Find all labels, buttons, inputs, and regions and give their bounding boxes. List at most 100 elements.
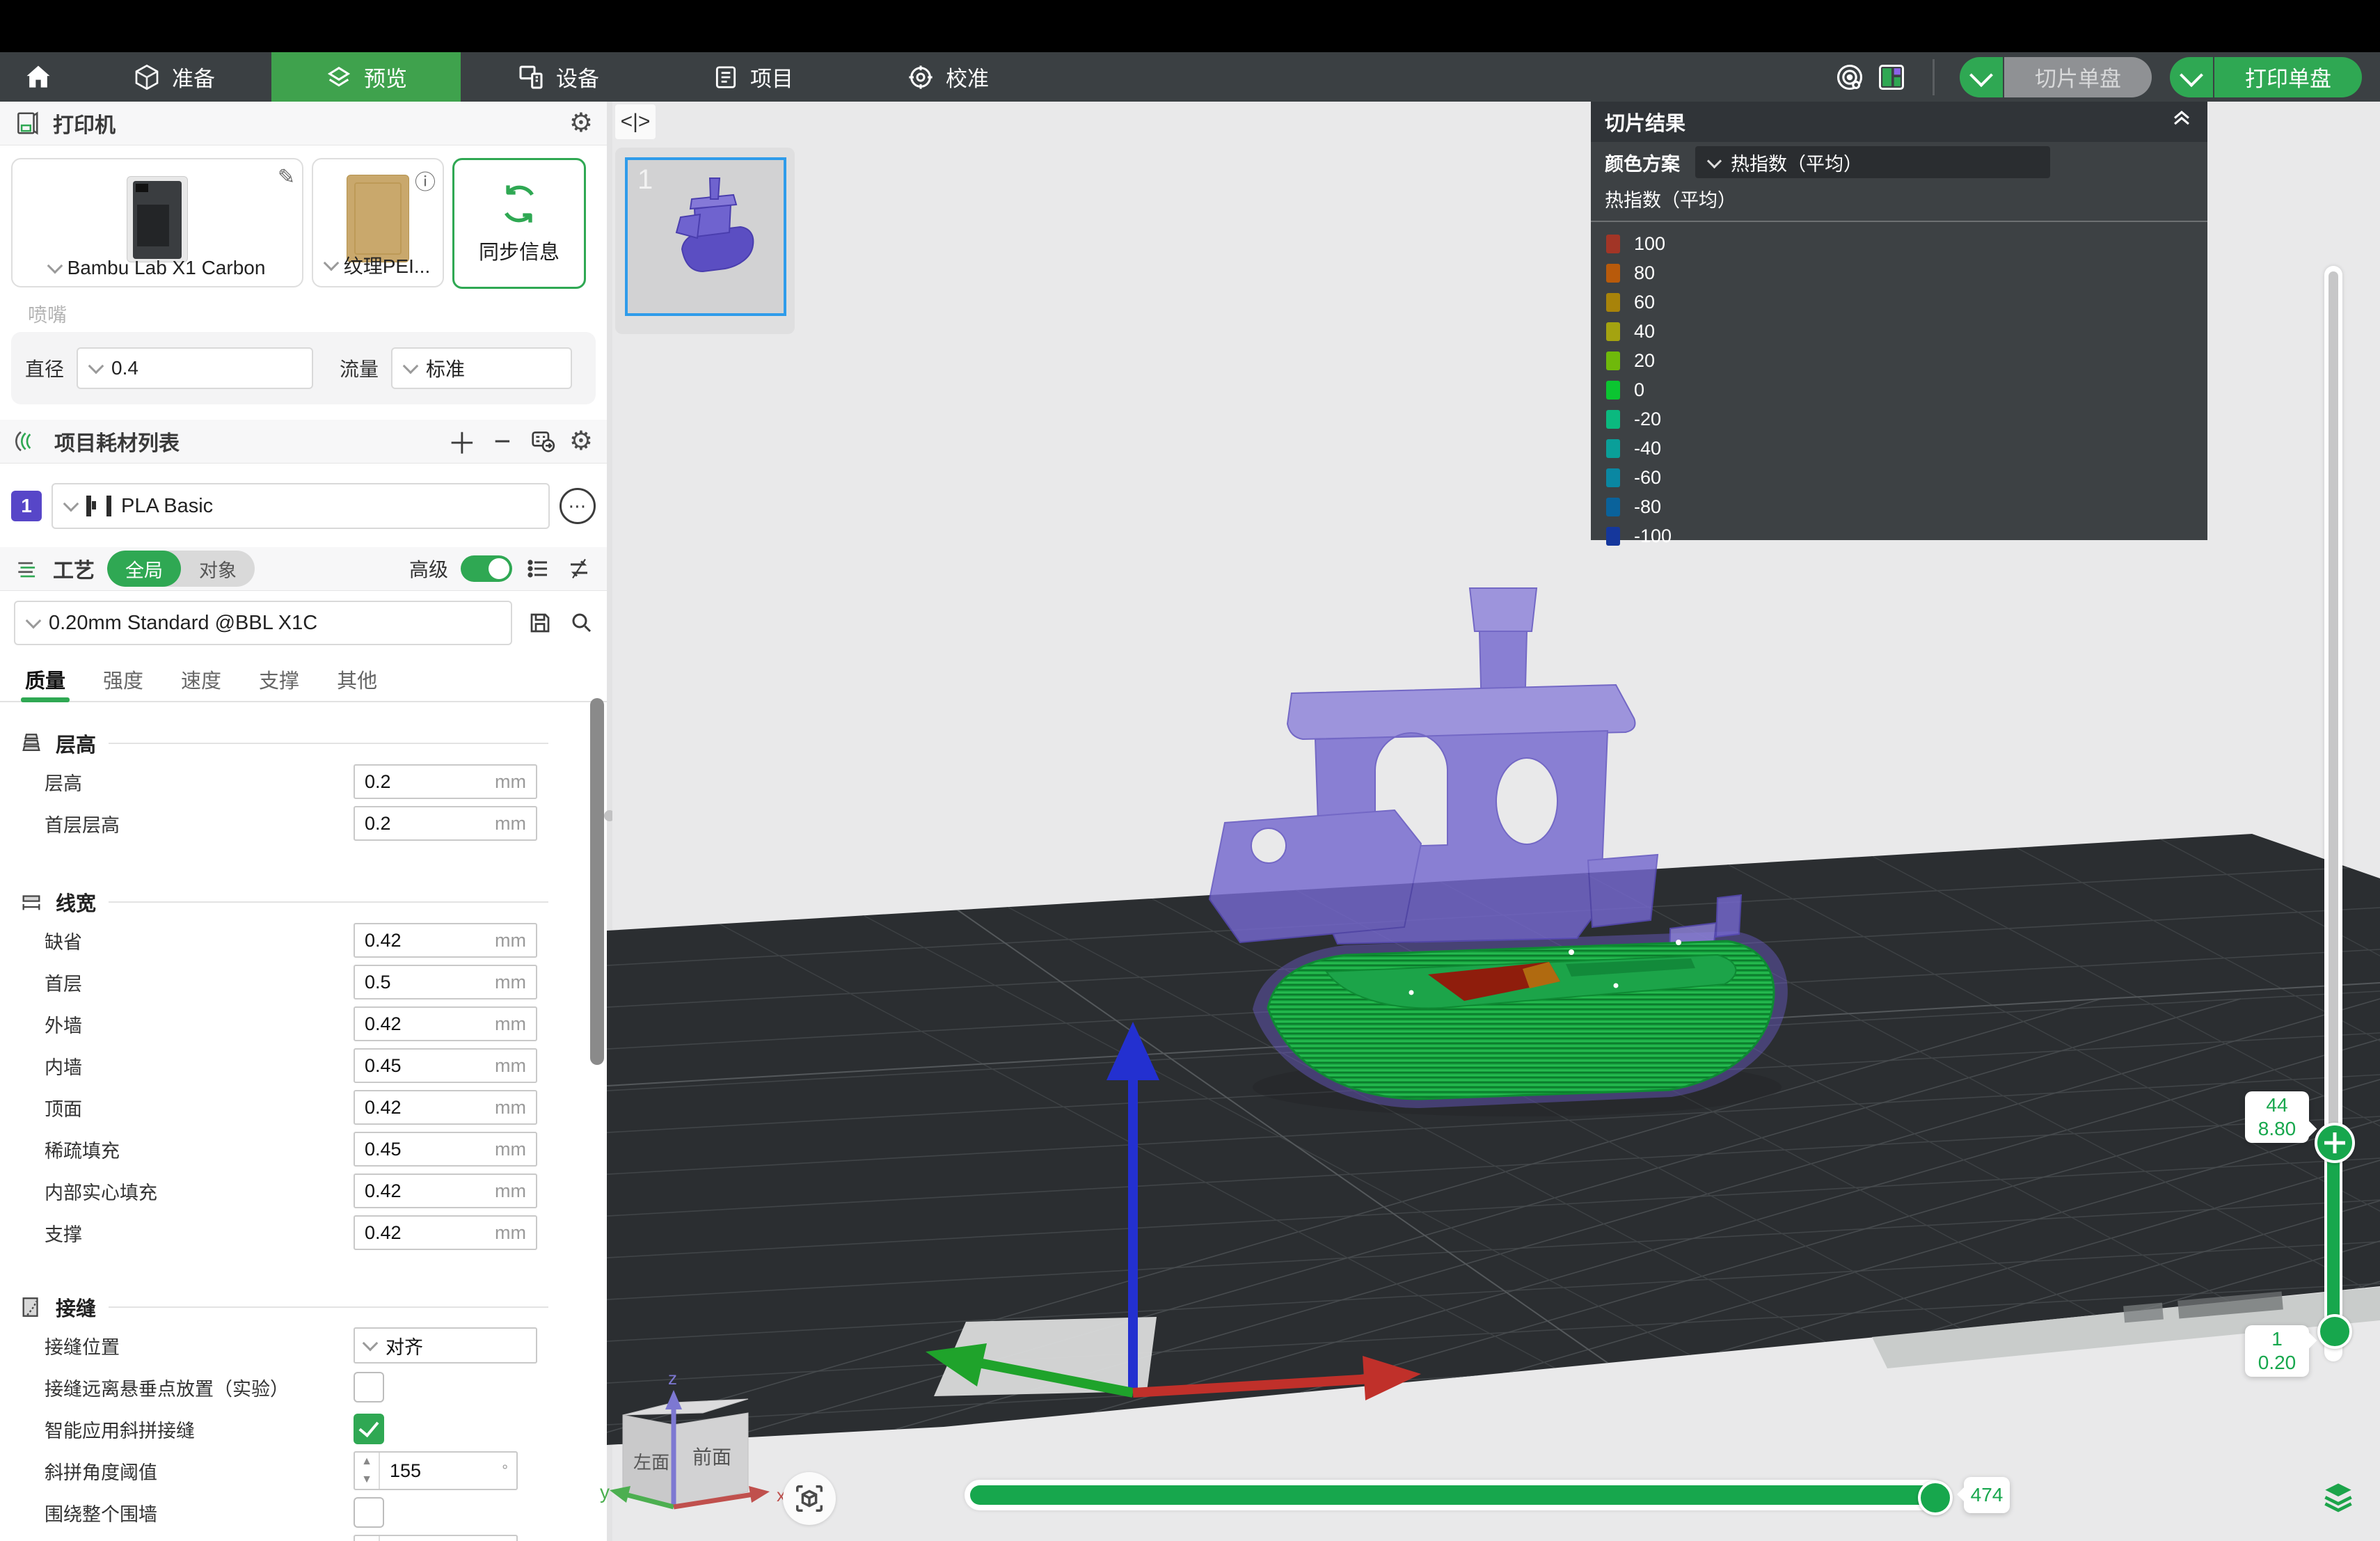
tab-prepare[interactable]: 准备 <box>77 52 271 102</box>
plate-arrangement-icon[interactable] <box>1875 61 1907 93</box>
printer-card[interactable]: ✎ Bambu Lab X1 Carbon <box>11 158 303 287</box>
chevron-down-icon <box>1969 63 1993 87</box>
save-preset-icon[interactable] <box>526 609 554 637</box>
legend-item: 20 <box>1606 346 2207 375</box>
layer-height-input[interactable]: 0.2mm <box>354 764 537 799</box>
scarf-steps-spinner[interactable]: ▲▼ 10 <box>354 1535 518 1541</box>
slice-dropdown-button[interactable] <box>1960 57 2003 97</box>
add-filament-button[interactable]: ＋ <box>448 427 476 455</box>
param-list-icon[interactable] <box>525 555 553 583</box>
step-slider-handle[interactable] <box>1918 1480 1953 1515</box>
ams-sync-icon[interactable] <box>529 427 557 455</box>
process-preset-dropdown[interactable]: 0.20mm Standard @BBL X1C <box>14 601 512 645</box>
legend-chip <box>1606 293 1620 312</box>
home-button[interactable] <box>0 52 77 102</box>
spinner-arrows[interactable]: ▲▼ <box>355 1453 380 1489</box>
scarf-angle-threshold-spinner[interactable]: ▲▼ 155 ° <box>354 1451 518 1490</box>
plate-info-icon[interactable]: ⓘ <box>415 165 436 196</box>
filament-settings-gear-icon[interactable]: ⚙ <box>569 428 593 455</box>
layer-height-icon <box>19 732 43 755</box>
filament-section-title: 项目耗材列表 <box>54 426 180 457</box>
plate-type-card[interactable]: ⓘ 纹理PEI... <box>312 158 444 287</box>
fit-view-button[interactable] <box>783 1472 836 1525</box>
scarf-entire-wall-checkbox[interactable] <box>354 1497 384 1528</box>
tab-device[interactable]: 设备 <box>461 52 656 102</box>
top-surface-line-width-input[interactable]: 0.42mm <box>354 1090 537 1125</box>
layers-view-button[interactable] <box>2317 1476 2359 1517</box>
first-layer-height-input[interactable]: 0.2mm <box>354 806 537 841</box>
inner-wall-line-width-input[interactable]: 0.45mm <box>354 1048 537 1083</box>
collapse-panel-icon[interactable] <box>2170 107 2193 136</box>
legend-items: 100 80 60 40 20 0 -20 -40 -60 -80 -100 <box>1591 222 2207 551</box>
collapse-sidebar-button[interactable]: <|> <box>615 104 656 139</box>
outer-wall-line-width-input[interactable]: 0.42mm <box>354 1006 537 1041</box>
flow-label: 流量 <box>340 354 379 382</box>
filament-dropdown[interactable]: PLA Basic <box>51 483 550 529</box>
cube-z-arrowhead <box>665 1390 682 1409</box>
step-slider-track[interactable] <box>965 1480 1949 1510</box>
cube-left-label: 左面 <box>633 1452 669 1473</box>
printer-settings-gear-icon[interactable]: ⚙ <box>569 110 593 136</box>
tab-quality[interactable]: 质量 <box>25 665 65 701</box>
search-preset-icon[interactable] <box>568 609 596 637</box>
scope-global[interactable]: 全局 <box>107 551 181 587</box>
advanced-toggle[interactable] <box>461 555 512 582</box>
tab-project[interactable]: 项目 <box>656 52 850 102</box>
scope-toggle[interactable]: 全局 对象 <box>107 551 255 587</box>
internal-solid-infill-line-width-input[interactable]: 0.42mm <box>354 1173 537 1208</box>
param-row: 外墙0.42mm <box>45 1006 607 1042</box>
print-dropdown-button[interactable] <box>2170 57 2213 97</box>
tab-strength[interactable]: 强度 <box>103 665 143 701</box>
edit-printer-icon[interactable]: ✎ <box>278 165 295 189</box>
remove-filament-button[interactable]: − <box>489 427 516 455</box>
first-layer-line-width-input[interactable]: 0.5mm <box>354 965 537 999</box>
sparse-infill-line-width-input[interactable]: 0.45mm <box>354 1132 537 1167</box>
process-section-title: 工艺 <box>53 553 95 584</box>
diameter-dropdown[interactable]: 0.4 <box>77 347 313 389</box>
printer-cards: ✎ Bambu Lab X1 Carbon ⓘ 纹理PEI... 同步信息 <box>0 145 607 289</box>
diameter-label: 直径 <box>25 354 64 382</box>
scope-object[interactable]: 对象 <box>181 551 255 587</box>
sync-icon <box>497 182 541 226</box>
print-plate-button[interactable]: 打印单盘 <box>2214 57 2362 97</box>
printer-name: Bambu Lab X1 Carbon <box>68 257 266 279</box>
color-scheme-dropdown[interactable]: 热指数（平均） <box>1695 146 2050 178</box>
layer-slider-bottom-handle[interactable] <box>2317 1314 2352 1349</box>
spinner-arrows[interactable]: ▲▼ <box>355 1536 380 1541</box>
layer-slider-range <box>2327 1141 2340 1329</box>
y-axis-label: y <box>600 1481 610 1503</box>
smart-scarf-seam-checkbox[interactable] <box>354 1414 384 1444</box>
param-row: 围绕整个围墙 <box>45 1494 607 1531</box>
orientation-cube[interactable]: 左面 前面 z y x <box>598 1375 793 1535</box>
z-axis-label: z <box>668 1375 677 1389</box>
window-top-strip <box>0 0 2380 52</box>
seam-position-dropdown[interactable]: 对齐 <box>354 1327 537 1364</box>
benchy-model[interactable] <box>1209 588 1774 1099</box>
legend-section-label: 热指数（平均） <box>1605 185 2207 212</box>
sync-info-button[interactable]: 同步信息 <box>452 158 586 289</box>
process-tabs: 质量 强度 速度 支撑 其他 <box>0 654 607 702</box>
default-line-width-input[interactable]: 0.42mm <box>354 923 537 958</box>
tab-calibration[interactable]: 校准 <box>850 52 1045 102</box>
compare-preset-icon[interactable] <box>565 555 593 583</box>
tab-others[interactable]: 其他 <box>337 665 377 701</box>
printer-name-dropdown[interactable]: Bambu Lab X1 Carbon <box>13 257 302 279</box>
sidebar-scrollbar[interactable] <box>590 698 604 1065</box>
flow-dropdown[interactable]: 标准 <box>391 347 572 389</box>
monitoring-icon[interactable] <box>1834 61 1866 93</box>
filament-more-button[interactable]: ⋯ <box>560 488 596 524</box>
slice-plate-button[interactable]: 切片单盘 <box>2004 57 2152 97</box>
bambu-studio-window: 准备 预览 设备 项目 校准 切片单盘 <box>0 0 2380 1541</box>
tab-preview[interactable]: 预览 <box>271 52 461 102</box>
cube-top-face[interactable] <box>623 1399 748 1415</box>
tab-preview-label: 预览 <box>364 61 407 93</box>
seam-away-overhang-checkbox[interactable] <box>354 1372 384 1402</box>
plate-type-dropdown[interactable]: 纹理PEI... <box>313 251 443 279</box>
process-section-header: 工艺 全局 对象 高级 <box>0 547 607 591</box>
tab-support[interactable]: 支撑 <box>259 665 299 701</box>
tab-speed[interactable]: 速度 <box>181 665 221 701</box>
support-line-width-input[interactable]: 0.42mm <box>354 1215 537 1250</box>
device-icon <box>517 63 545 91</box>
layer-slider-top-handle[interactable] <box>2315 1123 2355 1163</box>
plate-thumbnail[interactable]: 1 <box>625 157 786 316</box>
